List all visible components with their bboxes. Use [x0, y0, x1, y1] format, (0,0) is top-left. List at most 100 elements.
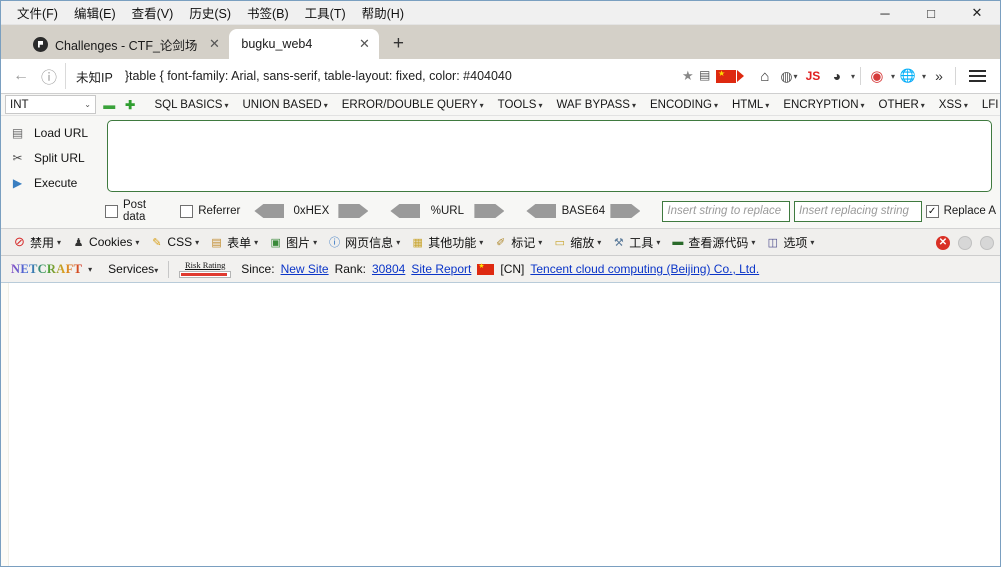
- rank-value-link[interactable]: 30804: [372, 262, 405, 276]
- menu-view[interactable]: 查看(V): [124, 0, 182, 25]
- user-agent-switcher-icon[interactable]: ◉: [866, 63, 888, 89]
- base64-encode-button[interactable]: [610, 204, 641, 218]
- chevron-down-icon: ▾: [479, 100, 484, 110]
- site-report-link[interactable]: Site Report: [411, 262, 471, 276]
- back-icon[interactable]: ←: [7, 62, 35, 90]
- wd-disable[interactable]: ⊘ 禁用 ▾: [7, 232, 66, 253]
- post-data-checkbox[interactable]: Post data: [105, 199, 166, 223]
- tab-bugku-web4[interactable]: bugku_web4 ✕: [229, 29, 380, 59]
- wd-page-info[interactable]: ⓘ 网页信息 ▾: [322, 232, 405, 253]
- menu-file[interactable]: 文件(F): [9, 0, 66, 25]
- tab-close-icon[interactable]: ✕: [355, 35, 373, 53]
- hex-decode-button[interactable]: [254, 204, 285, 218]
- label: TOOLS: [497, 98, 537, 111]
- hackbar-url-textarea[interactable]: [107, 120, 992, 192]
- add-tab-icon[interactable]: ✚: [123, 97, 138, 112]
- load-url-button[interactable]: ▤ Load URL: [5, 120, 107, 145]
- menu-edit[interactable]: 编辑(E): [66, 0, 124, 25]
- minimize-button[interactable]: ─: [862, 1, 908, 25]
- chevron-down-icon[interactable]: ▾: [922, 72, 926, 81]
- address-bar[interactable]: 未知IP }table { font-family: Arial, sans-s…: [65, 63, 746, 89]
- wd-css[interactable]: ✎ CSS ▾: [144, 233, 204, 252]
- label: 标记: [511, 235, 536, 250]
- wd-forms[interactable]: ▤ 表单 ▾: [204, 232, 263, 253]
- maximize-button[interactable]: □: [908, 1, 954, 25]
- wd-view-source[interactable]: ▬ 查看源代码 ▾: [665, 232, 760, 253]
- disable-icon: ⊘: [14, 234, 25, 249]
- chevron-down-icon: ▾: [751, 237, 756, 247]
- menu-waf-bypass[interactable]: WAF BYPASS ▾: [549, 97, 643, 113]
- hackbar-actions: ▤ Load URL ✂ Split URL ▶ Execute: [5, 120, 107, 195]
- menu-tools[interactable]: TOOLS ▾: [491, 97, 550, 113]
- menu-html[interactable]: HTML ▾: [725, 97, 776, 113]
- menu-lfi[interactable]: LFI▾: [975, 97, 1000, 113]
- home-icon[interactable]: ⌂: [754, 63, 776, 89]
- menu-encoding[interactable]: ENCODING ▾: [643, 97, 725, 113]
- proxy-globe-icon[interactable]: 🌐: [897, 63, 919, 89]
- menu-error-double-query[interactable]: ERROR/DOUBLE QUERY ▾: [335, 97, 491, 113]
- chevron-down-icon[interactable]: ▾: [88, 265, 92, 274]
- menu-bookmarks[interactable]: 书签(B): [239, 0, 297, 25]
- replace-find-input[interactable]: Insert string to replace: [662, 200, 790, 222]
- risk-rating-widget[interactable]: Risk Rating: [179, 260, 232, 278]
- referrer-label: Referrer: [198, 205, 241, 217]
- label: 缩放: [570, 235, 595, 250]
- info-count-icon[interactable]: [980, 235, 994, 250]
- replace-with-input[interactable]: Insert replacing string: [793, 200, 922, 222]
- overflow-chevron-icon[interactable]: »: [928, 63, 950, 89]
- injection-type-value: INT: [10, 98, 29, 111]
- javascript-toggle-icon[interactable]: JS: [802, 63, 824, 89]
- shield-icon[interactable]: ▤: [699, 68, 715, 84]
- hex-encoder-group: 0xHEX: [254, 204, 369, 218]
- wd-misc[interactable]: ▦ 其他功能 ▾: [405, 232, 488, 253]
- wd-resize[interactable]: ▭ 缩放 ▾: [547, 232, 606, 253]
- menu-encryption[interactable]: ENCRYPTION ▾: [776, 97, 871, 113]
- close-button[interactable]: ✕: [954, 1, 1000, 25]
- url-encode-button[interactable]: [474, 204, 505, 218]
- warning-count-icon[interactable]: [958, 235, 972, 250]
- wd-cookies[interactable]: ♟ Cookies ▾: [66, 233, 144, 252]
- chevron-down-icon[interactable]: ▾: [891, 72, 895, 81]
- wd-outline[interactable]: ✐ 标记 ▾: [488, 232, 547, 253]
- host-name-link[interactable]: Tencent cloud computing (Beijing) Co., L…: [530, 262, 759, 276]
- split-url-button[interactable]: ✂ Split URL: [5, 145, 107, 170]
- wayback-globe-icon[interactable]: ◍ ▾: [778, 63, 800, 89]
- new-tab-button[interactable]: +: [385, 31, 411, 57]
- tab-challenges[interactable]: Challenges - CTF_论剑场 ✕: [21, 29, 229, 59]
- execute-label: Execute: [34, 175, 78, 190]
- chevron-down-icon[interactable]: ▾: [851, 72, 855, 81]
- wd-tools[interactable]: ⚒ 工具 ▾: [606, 232, 665, 253]
- menu-xss[interactable]: XSS ▾: [932, 97, 975, 113]
- hex-encode-button[interactable]: [338, 204, 369, 218]
- menu-other[interactable]: OTHER ▾: [872, 97, 932, 113]
- since-value-link[interactable]: New Site: [281, 262, 329, 276]
- tab-close-icon[interactable]: ✕: [205, 35, 223, 53]
- label: 查看源代码: [688, 235, 749, 250]
- execute-button[interactable]: ▶ Execute: [5, 170, 107, 195]
- chevron-down-icon[interactable]: ▾: [794, 72, 798, 81]
- wd-options[interactable]: ◫ 选项 ▾: [760, 232, 819, 253]
- hackbar-options-row: Post data Referrer 0xHEX %URL BASE64 Ins…: [1, 195, 1000, 228]
- menu-help[interactable]: 帮助(H): [354, 0, 412, 25]
- cookie-manager-icon[interactable]: ◕: [826, 63, 848, 89]
- url-decode-button[interactable]: [390, 204, 421, 218]
- wd-images[interactable]: ▣ 图片 ▾: [263, 232, 322, 253]
- replace-all-checkbox[interactable]: ✓ Replace A: [925, 204, 996, 218]
- error-count-icon[interactable]: ✕: [936, 235, 950, 250]
- navigation-bar: ← ⓘ 未知IP }table { font-family: Arial, sa…: [1, 59, 1000, 94]
- menu-union-based[interactable]: UNION BASED ▾: [235, 97, 334, 113]
- menu-history[interactable]: 历史(S): [181, 0, 239, 25]
- label: 禁用: [30, 235, 55, 250]
- referrer-checkbox[interactable]: Referrer: [180, 204, 241, 218]
- page-info-icon[interactable]: ⓘ: [35, 62, 63, 90]
- view-source-icon: ▬: [672, 236, 684, 248]
- menu-tools[interactable]: 工具(T): [297, 0, 354, 25]
- injection-type-select[interactable]: INT ⌄: [5, 95, 96, 114]
- flag-arrow-icon: [736, 70, 744, 82]
- base64-decode-button[interactable]: [526, 204, 557, 218]
- remove-tab-icon[interactable]: ▬: [102, 97, 117, 112]
- bookmark-star-icon[interactable]: ★: [682, 68, 698, 84]
- netcraft-services-menu[interactable]: Services▾: [108, 262, 158, 276]
- menu-sql-basics[interactable]: SQL BASICS ▾: [148, 97, 236, 113]
- hamburger-menu-icon[interactable]: [961, 70, 994, 82]
